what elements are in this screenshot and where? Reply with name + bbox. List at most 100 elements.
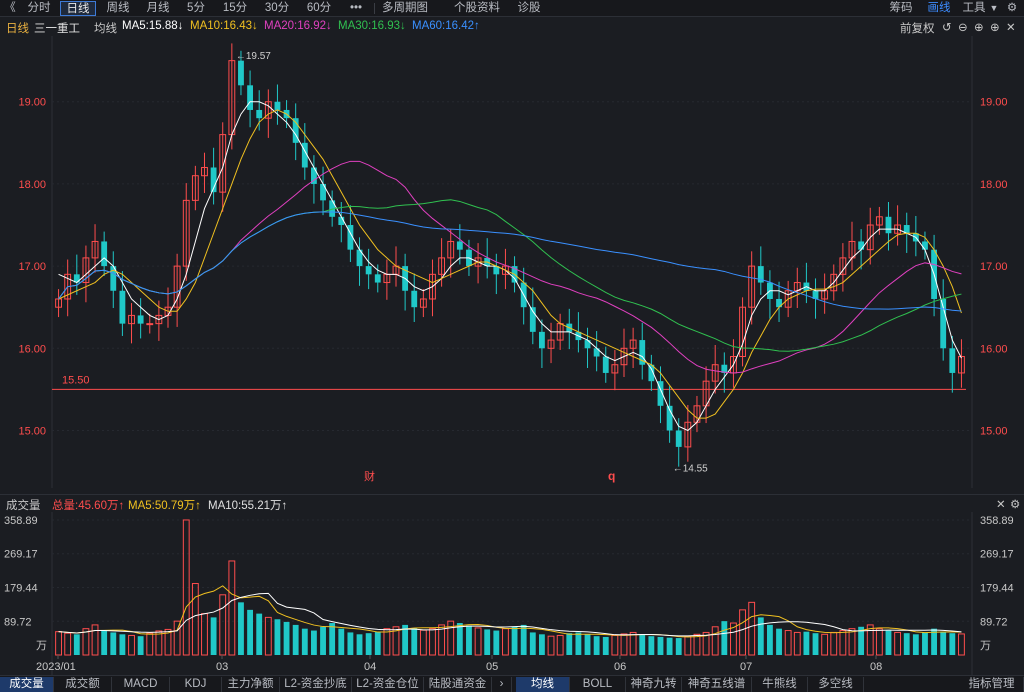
volume-bar [55, 631, 62, 656]
tab-monthly[interactable]: 月线 [140, 1, 176, 16]
tab-5min[interactable]: 5分 [180, 1, 212, 16]
volume-bar [347, 632, 354, 655]
multi-period-button[interactable]: 多周期图 [378, 1, 432, 16]
volume-bar [256, 613, 263, 655]
volume-bar [502, 628, 509, 656]
volume-bar [374, 631, 381, 655]
x-tick-label: 03 [216, 661, 228, 673]
add-icon[interactable]: ⊕ [990, 20, 1000, 34]
volume-bar [675, 638, 682, 655]
volume-bar [885, 630, 892, 655]
volume-bar [803, 631, 810, 655]
volume-bar [940, 631, 947, 655]
ma-legend: 日线 三一重工 均线 MA5:15.88↓ MA10:16.43↓ MA20:1… [0, 18, 1024, 36]
volume-bar [283, 621, 290, 655]
volume-bar [547, 635, 555, 656]
volume-bar [64, 632, 72, 656]
tab-l2-position[interactable]: L2-资金仓位 [352, 677, 424, 692]
volume-bar [821, 633, 829, 656]
candle-body [602, 356, 609, 373]
tab-60min[interactable]: 60分 [300, 1, 338, 16]
ma20-value: MA20:16.92↓ [264, 20, 332, 32]
volume-bar [830, 631, 838, 656]
volume-tick-right: 179.44 [980, 583, 1014, 595]
volume-bar [520, 624, 527, 655]
volume-bar [721, 621, 728, 655]
volume-ma5-line [58, 585, 962, 638]
tab-macd[interactable]: MACD [112, 677, 170, 692]
tab-five-line[interactable]: 神奇五线谱 [682, 677, 752, 692]
x-tick-label: 07 [740, 661, 752, 673]
volume-chart[interactable]: 358.89 358.89 269.17 269.17 179.44 179.44 89.7… [0, 512, 1024, 675]
volume-bar [584, 634, 591, 655]
ma10-value: MA10:16.43↓ [190, 20, 258, 32]
tools-button[interactable]: 工具 [960, 1, 988, 16]
tab-long-short[interactable]: 多空线 [808, 677, 864, 692]
volume-tick-left: 89.72 [4, 616, 32, 628]
chevron-right-icon[interactable]: › [492, 677, 512, 692]
close-icon[interactable]: ✕ [1006, 20, 1016, 34]
volume-bar [912, 634, 919, 655]
ma60-value: MA60:16.42↑ [412, 20, 480, 32]
volume-bar [356, 634, 363, 655]
candle-body [949, 348, 956, 373]
volume-bar [73, 634, 80, 655]
chevron-down-icon[interactable]: ▼ [988, 1, 1000, 16]
candle-body [922, 241, 928, 250]
volume-bar [201, 613, 208, 656]
stock-profile-button[interactable]: 个股资料 [448, 1, 506, 16]
tab-weekly[interactable]: 周线 [100, 1, 136, 16]
y-tick-label-right: 17.00 [980, 261, 1008, 273]
volume-bar [419, 629, 427, 656]
volume-bar [383, 628, 391, 656]
tab-bull-bear[interactable]: 牛熊线 [752, 677, 808, 692]
tab-l2-bottom[interactable]: L2-资金抄底 [280, 677, 352, 692]
volume-bar [711, 626, 719, 656]
reset-icon[interactable]: ↺ [942, 20, 952, 34]
tab-northbound[interactable]: 陆股通资金 [424, 677, 492, 692]
candle-body [101, 241, 108, 267]
gear-icon[interactable]: ⚙ [1004, 1, 1020, 16]
volume-bar [784, 630, 792, 656]
volume-total: 总量:45.60万↑ [52, 500, 125, 512]
draw-line-button[interactable]: 画线 [922, 1, 956, 16]
volume-bar [484, 629, 491, 655]
volume-unit-right: 万 [980, 640, 991, 652]
volume-legend: 成交量 总量:45.60万↑ MA5:50.79万↑ MA10:55.21万↑ … [0, 494, 1024, 512]
x-tick-label: 05 [486, 661, 498, 673]
tab-daily[interactable]: 日线 [60, 1, 96, 16]
tab-volume[interactable]: 成交量 [0, 677, 54, 692]
volume-tick-right: 358.89 [980, 515, 1014, 527]
tab-kdj[interactable]: KDJ [170, 677, 222, 692]
volume-bar [812, 633, 819, 655]
tab-nine-turn[interactable]: 神奇九转 [626, 677, 682, 692]
chips-button[interactable]: 筹码 [884, 1, 918, 16]
ma30-value: MA30:16.93↓ [338, 20, 406, 32]
tab-fenshi[interactable]: 分时 [22, 1, 56, 16]
volume-bar [611, 634, 619, 656]
volume-bar [903, 633, 910, 655]
volume-tick-left: 179.44 [4, 583, 38, 595]
zoom-in-icon[interactable]: ⊕ [974, 20, 984, 34]
more-periods-button[interactable]: ••• [342, 1, 370, 16]
back-icon[interactable]: 《 [2, 1, 18, 16]
close-icon[interactable]: ✕ [996, 497, 1006, 511]
volume-tick-right: 269.17 [980, 549, 1014, 561]
tab-30min[interactable]: 30分 [258, 1, 296, 16]
tab-ma[interactable]: 均线 [516, 677, 570, 692]
x-tick-label: 2023/01 [36, 661, 76, 673]
tab-15min[interactable]: 15分 [216, 1, 254, 16]
volume-bar [666, 637, 673, 655]
low-price-annotation: ←14.55 [673, 463, 708, 474]
tab-turnover[interactable]: 成交额 [54, 677, 112, 692]
price-chart[interactable]: 19.00 19.00 18.00 18.00 17.00 17.00 16.00 16.00… [0, 36, 1024, 488]
avg-line-label[interactable]: 均线 [94, 20, 117, 36]
tab-indicator-manage[interactable]: 指标管理 [960, 677, 1024, 692]
adjust-selector[interactable]: 前复权 [900, 20, 935, 36]
volume-bar [648, 636, 655, 655]
diagnose-button[interactable]: 诊股 [512, 1, 546, 16]
gear-icon[interactable]: ⚙ [1010, 497, 1020, 511]
tab-main-force[interactable]: 主力净额 [222, 677, 280, 692]
zoom-out-icon[interactable]: ⊖ [958, 20, 968, 34]
tab-boll[interactable]: BOLL [570, 677, 626, 692]
